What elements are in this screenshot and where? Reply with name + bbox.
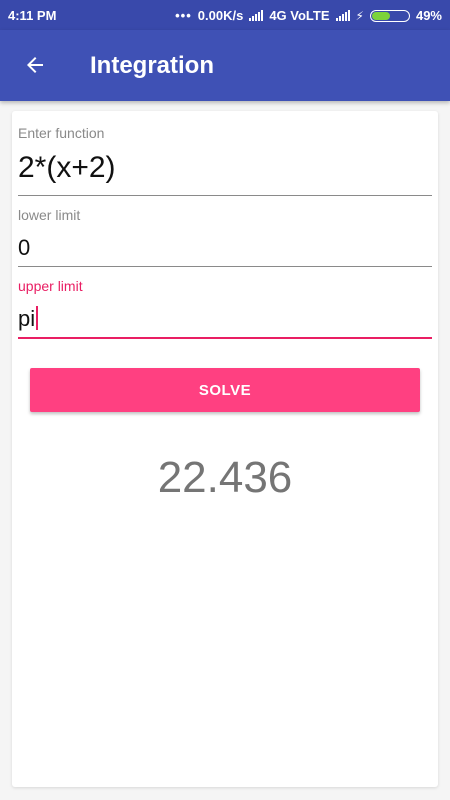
lower-limit-label: lower limit bbox=[18, 207, 81, 223]
function-underline bbox=[18, 195, 432, 196]
battery-icon bbox=[369, 9, 410, 22]
upper-limit-value: pi bbox=[18, 306, 36, 331]
lower-limit-underline bbox=[18, 266, 432, 267]
battery-percent: 49% bbox=[415, 8, 442, 23]
signal-icon-2 bbox=[335, 10, 350, 21]
function-label: Enter function bbox=[18, 125, 105, 141]
arrow-left-icon bbox=[27, 57, 43, 73]
status-icons: ••• 0.00K/s 4G VoLTE ⚡ 49% bbox=[175, 8, 442, 23]
notification-dots-icon: ••• bbox=[175, 8, 192, 23]
network-speed: 0.00K/s bbox=[197, 8, 244, 23]
function-field[interactable]: Enter function 2*(x+2) bbox=[18, 125, 432, 197]
page-title: Integration bbox=[90, 52, 214, 79]
status-time: 4:11 PM bbox=[8, 8, 57, 23]
result-value: 22.436 bbox=[157, 453, 293, 502]
function-input[interactable]: 2*(x+2) bbox=[18, 151, 432, 185]
back-button[interactable] bbox=[18, 50, 52, 80]
signal-icon bbox=[249, 10, 264, 21]
app-bar: Integration bbox=[0, 30, 450, 101]
upper-limit-input[interactable]: pi bbox=[18, 306, 432, 332]
text-caret bbox=[36, 306, 39, 330]
integration-card: Enter function 2*(x+2) lower limit 0 upp… bbox=[12, 111, 438, 787]
upper-limit-underline bbox=[18, 337, 432, 339]
upper-limit-label: upper limit bbox=[18, 278, 83, 294]
charging-icon: ⚡ bbox=[355, 8, 364, 23]
lower-limit-field[interactable]: lower limit 0 bbox=[18, 207, 432, 267]
lower-limit-input[interactable]: 0 bbox=[18, 235, 432, 261]
network-type: 4G VoLTE bbox=[269, 8, 330, 23]
upper-limit-field[interactable]: upper limit pi bbox=[18, 278, 432, 340]
status-bar: 4:11 PM ••• 0.00K/s 4G VoLTE ⚡ 49% bbox=[0, 0, 450, 30]
solve-button[interactable]: SOLVE bbox=[30, 368, 420, 412]
